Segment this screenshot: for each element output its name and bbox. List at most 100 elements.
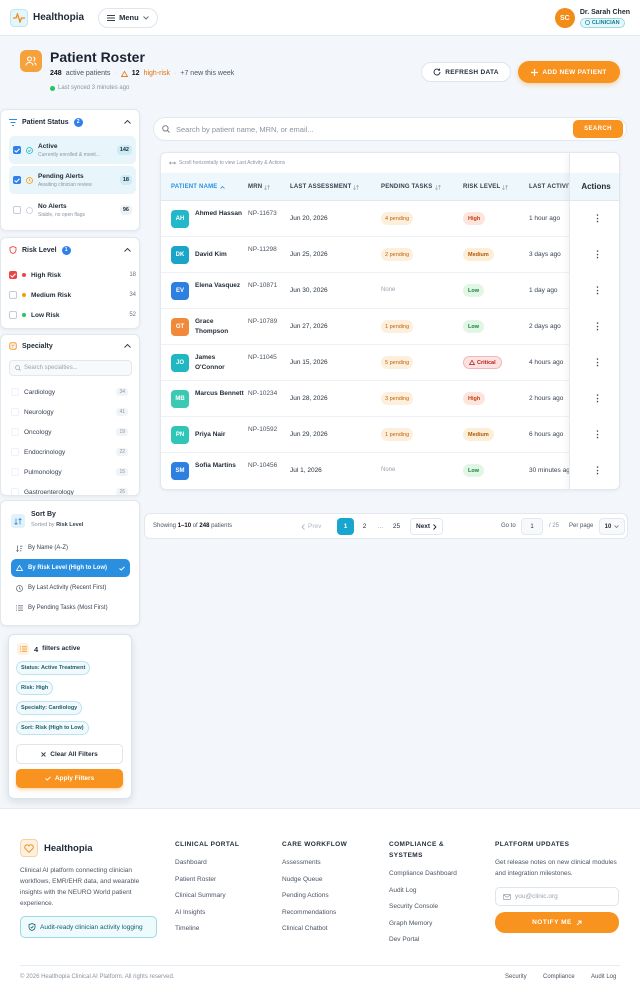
- next-page-button[interactable]: Next: [410, 518, 444, 535]
- filter-chip-sort[interactable]: Sort: Risk (High to Low): [16, 721, 89, 735]
- more-options-icon[interactable]: ⋮: [593, 358, 602, 368]
- sort-by-name[interactable]: By Name (A-Z): [11, 539, 130, 557]
- email-input[interactable]: you@clinic.org: [495, 887, 619, 906]
- specialty-option[interactable]: Cardiology 34: [11, 385, 128, 399]
- sort-by-risk-level[interactable]: By Risk Level (High to Low): [11, 559, 130, 577]
- column-mrn[interactable]: MRN: [248, 184, 271, 190]
- checkbox[interactable]: [11, 448, 19, 456]
- checkbox[interactable]: [13, 146, 21, 154]
- specialty-search-input[interactable]: Search specialties...: [9, 360, 132, 376]
- risk-level-header[interactable]: Risk Level 1: [1, 238, 139, 262]
- footer-link[interactable]: Graph Memory: [389, 920, 432, 927]
- filter-chip-status[interactable]: Status: Active Treatment: [16, 661, 91, 675]
- footer-link[interactable]: AI Insights: [175, 909, 205, 916]
- table-row[interactable]: DK David Kim NP-11298 Jun 25, 2026 2 pen…: [161, 237, 619, 273]
- page-2-button[interactable]: 2: [356, 518, 373, 535]
- footer-link[interactable]: Audit Log: [389, 887, 416, 894]
- more-options-icon[interactable]: ⋮: [593, 322, 602, 332]
- user-menu[interactable]: SC Dr. Sarah Chen CLINICIAN: [554, 6, 630, 30]
- footer-bottom-link[interactable]: Security: [505, 974, 527, 980]
- more-options-icon[interactable]: ⋮: [593, 214, 602, 224]
- footer-bottom-link[interactable]: Audit Log: [591, 974, 616, 980]
- footer-link[interactable]: Clinical Chatbot: [282, 925, 328, 932]
- table-row[interactable]: EV Elena Vasquez NP-10871 Jun 30, 2026 N…: [161, 273, 619, 309]
- prev-page-button[interactable]: Prev: [301, 518, 321, 535]
- checkbox[interactable]: [13, 206, 21, 214]
- footer-link[interactable]: Dev Portal: [389, 936, 419, 943]
- checkbox[interactable]: [11, 488, 19, 495]
- table-row[interactable]: SM Sofia Martins NP-10456 Jul 1, 2026 No…: [161, 453, 619, 489]
- footer-bottom-link[interactable]: Compliance: [543, 974, 575, 980]
- add-new-patient-button[interactable]: ADD NEW PATIENT: [518, 61, 620, 83]
- checkbox[interactable]: [9, 291, 17, 299]
- page-25-button[interactable]: 25: [388, 518, 405, 535]
- table-row[interactable]: AH Ahmed Hassan NP-11673 Jun 20, 2026 4 …: [161, 201, 619, 237]
- status-option-no-alerts[interactable]: No Alerts Stable, no open flags 96: [9, 196, 136, 224]
- table-row[interactable]: PN Priya Nair NP-10592 Jun 29, 2026 1 pe…: [161, 417, 619, 453]
- column-risk-level[interactable]: RISK LEVEL: [463, 184, 509, 190]
- filter-chip-specialty[interactable]: Specialty: Cardiology: [16, 701, 83, 715]
- checkbox[interactable]: [11, 428, 19, 436]
- footer-link[interactable]: Assessments: [282, 859, 321, 866]
- table-row[interactable]: MB Marcus Bennett NP-10234 Jun 28, 2026 …: [161, 381, 619, 417]
- specialty-option[interactable]: Oncology 19: [11, 425, 128, 439]
- more-options-icon[interactable]: ⋮: [593, 250, 602, 260]
- footer-link[interactable]: Timeline: [175, 925, 199, 932]
- menu-button[interactable]: Menu: [98, 7, 158, 28]
- risk-option-high[interactable]: High Risk 18: [9, 267, 136, 283]
- heartbeat-logo-icon[interactable]: [10, 8, 28, 27]
- filter-chip-risk[interactable]: Risk: High: [16, 681, 54, 695]
- more-options-icon[interactable]: ⋮: [593, 430, 602, 440]
- patient-name[interactable]: David Kim: [195, 250, 245, 260]
- notify-me-button[interactable]: NOTIFY ME: [495, 912, 619, 933]
- specialty-option[interactable]: Neurology 41: [11, 405, 128, 419]
- patient-status-header[interactable]: Patient Status 2: [1, 110, 139, 134]
- refresh-data-button[interactable]: REFRESH DATA: [421, 62, 511, 82]
- status-option-active[interactable]: Active Currently enrolled & monit... 142: [9, 136, 136, 164]
- patient-search-input[interactable]: Search by patient name, MRN, or email...: [153, 117, 627, 141]
- checkbox[interactable]: [11, 408, 19, 416]
- more-options-icon[interactable]: ⋮: [593, 286, 602, 296]
- sort-by-last-activity[interactable]: By Last Activity (Recent First): [11, 579, 130, 597]
- patient-name[interactable]: Marcus Bennett: [195, 389, 245, 399]
- page-1-button[interactable]: 1: [337, 518, 354, 535]
- footer-link[interactable]: Dashboard: [175, 859, 207, 866]
- checkbox[interactable]: [13, 176, 21, 184]
- footer-link[interactable]: Patient Roster: [175, 876, 216, 883]
- risk-option-medium[interactable]: Medium Risk 34: [9, 287, 136, 303]
- specialty-option[interactable]: Gastroenterology 26: [11, 485, 128, 495]
- checkbox[interactable]: [11, 388, 19, 396]
- footer-link[interactable]: Nudge Queue: [282, 876, 322, 883]
- brand-name[interactable]: Healthopia: [33, 12, 84, 23]
- more-options-icon[interactable]: ⋮: [593, 466, 602, 476]
- patient-name[interactable]: Priya Nair: [195, 430, 245, 440]
- apply-filters-button[interactable]: Apply Filters: [16, 769, 123, 788]
- table-row[interactable]: GT Grace Thompson NP-10789 Jun 27, 2026 …: [161, 309, 619, 345]
- checkbox[interactable]: [9, 311, 17, 319]
- status-option-pending-alerts[interactable]: Pending Alerts Awaiting clinician review …: [9, 166, 136, 194]
- table-row[interactable]: JO James O'Connor NP-11045 Jun 15, 2026 …: [161, 345, 619, 381]
- go-to-page-input[interactable]: 1: [521, 518, 543, 535]
- specialty-header[interactable]: Specialty: [1, 335, 139, 357]
- patient-name[interactable]: Grace Thompson: [195, 317, 245, 337]
- footer-link[interactable]: Clinical Summary: [175, 892, 226, 899]
- footer-link[interactable]: Security Console: [389, 903, 438, 910]
- checkbox[interactable]: [11, 468, 19, 476]
- column-patient-name[interactable]: PATIENT NAME: [171, 184, 225, 190]
- clear-all-filters-button[interactable]: Clear All Filters: [16, 744, 123, 764]
- footer-link[interactable]: Pending Actions: [282, 892, 329, 899]
- more-options-icon[interactable]: ⋮: [593, 394, 602, 404]
- patient-name[interactable]: Sofia Martins: [195, 461, 245, 471]
- column-pending-tasks[interactable]: PENDING TASKS: [381, 184, 441, 190]
- specialty-option[interactable]: Endocrinology 22: [11, 445, 128, 459]
- specialty-option[interactable]: Pulmonology 15: [11, 465, 128, 479]
- patient-name[interactable]: James O'Connor: [195, 353, 245, 373]
- patient-name[interactable]: Elena Vasquez: [195, 281, 245, 291]
- search-button[interactable]: SEARCH: [573, 120, 623, 138]
- footer-link[interactable]: Compliance Dashboard: [389, 870, 457, 877]
- column-last-assessment[interactable]: LAST ASSESSMENT: [290, 184, 360, 190]
- footer-link[interactable]: Recommendations: [282, 909, 336, 916]
- sort-by-pending-tasks[interactable]: By Pending Tasks (Most First): [11, 599, 130, 617]
- risk-option-low[interactable]: Low Risk 52: [9, 307, 136, 323]
- patient-name[interactable]: Ahmed Hassan: [195, 209, 245, 219]
